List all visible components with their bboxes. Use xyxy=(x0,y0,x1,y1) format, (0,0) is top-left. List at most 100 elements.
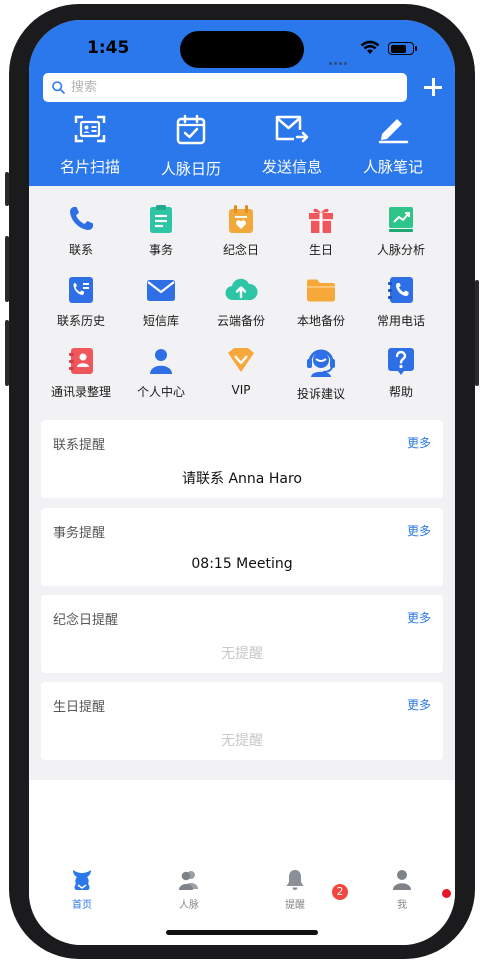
reminder-title: 生日提醒 xyxy=(53,700,106,715)
tab-contacts-label: 人脉 xyxy=(179,900,199,911)
grid-item-cloud-backup-label: 云端备份 xyxy=(216,314,265,328)
grid-item-vip-label: VIP xyxy=(231,383,251,397)
grid-item-personal-center-label: 个人中心 xyxy=(136,385,185,399)
home-mascot-icon xyxy=(73,870,91,890)
reminder-card-contact: 联系提醒 更多 请联系 Anna Haro xyxy=(41,420,443,498)
grid-item-local-backup[interactable]: 本地备份 xyxy=(281,275,361,329)
action-button xyxy=(5,172,9,206)
volume-down-button xyxy=(5,320,9,386)
quick-card-scan-label: 名片扫描 xyxy=(59,158,120,176)
envelope-icon xyxy=(147,280,175,301)
volume-up-button xyxy=(5,236,9,302)
grid-item-cloud-backup[interactable]: 云端备份 xyxy=(201,275,281,329)
tab-reminders-label: 提醒 xyxy=(285,900,305,911)
grid-item-birthday-label: 生日 xyxy=(308,243,333,257)
gift-icon xyxy=(309,208,333,233)
grid-item-contact-history[interactable]: 联系历史 xyxy=(41,275,121,329)
grid-item-sms-library-label: 短信库 xyxy=(142,314,179,328)
tab-me[interactable]: 我 xyxy=(372,868,432,911)
quick-notes[interactable]: 人脉笔记 xyxy=(343,114,443,177)
profile-icon xyxy=(393,870,411,890)
search-bar[interactable] xyxy=(43,73,407,102)
signal-icon xyxy=(329,50,351,65)
folder-icon xyxy=(307,279,335,302)
more-link[interactable]: 更多 xyxy=(407,434,431,451)
quick-send-message-label: 发送信息 xyxy=(261,158,322,176)
clipboard-icon xyxy=(150,205,172,233)
phone-icon xyxy=(70,207,93,230)
grid-item-contacts-organize[interactable]: 通讯录整理 xyxy=(41,346,121,400)
grid-item-feedback[interactable]: 投诉建议 xyxy=(281,346,361,402)
reminder-card-anniversary: 纪念日提醒 更多 无提醒 xyxy=(41,595,443,673)
vip-diamond-icon xyxy=(228,348,254,372)
reminders-count-badge: 2 xyxy=(332,884,348,900)
grid-item-local-backup-label: 本地备份 xyxy=(296,314,345,328)
contacts-book-icon xyxy=(69,348,93,374)
quick-notes-label: 人脉笔记 xyxy=(362,158,423,176)
power-button xyxy=(475,280,479,386)
home-indicator[interactable] xyxy=(166,930,318,935)
quick-calendar[interactable]: 人脉日历 xyxy=(141,114,241,179)
chart-icon xyxy=(389,207,413,232)
grid-item-analysis-label: 人脉分析 xyxy=(376,243,425,257)
status-time: 1:45 xyxy=(87,38,130,58)
search-input[interactable] xyxy=(71,73,391,102)
tab-home[interactable]: 首页 xyxy=(52,868,112,911)
grid-item-help[interactable]: 帮助 xyxy=(361,346,441,400)
reminder-empty-text: 无提醒 xyxy=(221,646,263,662)
grid-item-anniversary-label: 纪念日 xyxy=(222,243,259,257)
headset-icon xyxy=(307,349,335,377)
tab-home-label: 首页 xyxy=(72,900,92,911)
search-icon xyxy=(52,81,65,94)
phone-book-icon xyxy=(388,277,413,303)
battery-icon xyxy=(388,42,417,55)
calendar-heart-icon xyxy=(229,205,253,233)
more-link[interactable]: 更多 xyxy=(407,696,431,713)
grid-item-affairs[interactable]: 事务 xyxy=(121,204,201,258)
grid-item-frequent-phones[interactable]: 常用电话 xyxy=(361,275,441,329)
grid-item-birthday[interactable]: 生日 xyxy=(281,204,361,258)
grid-item-contact-label: 联系 xyxy=(68,243,93,257)
quick-calendar-label: 人脉日历 xyxy=(160,160,221,178)
card-scan-icon xyxy=(74,115,106,143)
header-banner: 1:45 搜索 名片扫描 人脉日历 发送信息 人脉笔记 xyxy=(29,20,455,186)
grid-item-frequent-phones-label: 常用电话 xyxy=(376,314,425,328)
reminder-content[interactable]: 08:15 Meeting xyxy=(41,556,443,572)
reminder-content[interactable]: 请联系 Anna Haro xyxy=(41,468,443,488)
send-mail-icon xyxy=(275,115,309,143)
grid-item-contacts-organize-label: 通讯录整理 xyxy=(50,385,111,399)
grid-item-vip[interactable]: VIP xyxy=(201,346,281,397)
reminder-title: 纪念日提醒 xyxy=(53,613,119,628)
notification-dot xyxy=(442,889,451,898)
calendar-icon xyxy=(176,114,206,145)
quick-card-scan[interactable]: 名片扫描 xyxy=(40,114,140,177)
contact-history-icon xyxy=(69,277,93,303)
grid-item-personal-center[interactable]: 个人中心 xyxy=(121,346,201,400)
help-icon xyxy=(388,348,414,375)
more-link[interactable]: 更多 xyxy=(407,522,431,539)
people-icon xyxy=(179,871,198,890)
grid-item-help-label: 帮助 xyxy=(388,385,413,399)
reminder-card-affairs: 事务提醒 更多 08:15 Meeting xyxy=(41,508,443,586)
more-link[interactable]: 更多 xyxy=(407,609,431,626)
pen-note-icon xyxy=(378,119,409,144)
tab-me-label: 我 xyxy=(397,900,407,911)
reminder-title: 联系提醒 xyxy=(53,438,106,453)
tab-bar-area xyxy=(29,780,455,945)
grid-item-feedback-label: 投诉建议 xyxy=(296,387,345,401)
add-button[interactable] xyxy=(421,75,445,99)
bell-icon xyxy=(286,870,304,890)
tab-reminders[interactable]: 提醒 xyxy=(265,868,325,911)
status-bar: 1:45 xyxy=(29,20,455,72)
grid-item-affairs-label: 事务 xyxy=(148,243,173,257)
quick-send-message[interactable]: 发送信息 xyxy=(242,114,342,177)
reminder-empty-text: 无提醒 xyxy=(221,733,263,749)
reminder-card-birthday: 生日提醒 更多 无提醒 xyxy=(41,682,443,760)
grid-item-sms-library[interactable]: 短信库 xyxy=(121,275,201,329)
tab-contacts[interactable]: 人脉 xyxy=(159,868,219,911)
grid-item-contact[interactable]: 联系 xyxy=(41,204,121,258)
person-icon xyxy=(150,349,172,374)
app-screen: 1:45 搜索 名片扫描 人脉日历 发送信息 人脉笔记 联系 事务 纪念日 生日… xyxy=(29,20,455,945)
grid-item-anniversary[interactable]: 纪念日 xyxy=(201,204,281,258)
grid-item-analysis[interactable]: 人脉分析 xyxy=(361,204,441,258)
